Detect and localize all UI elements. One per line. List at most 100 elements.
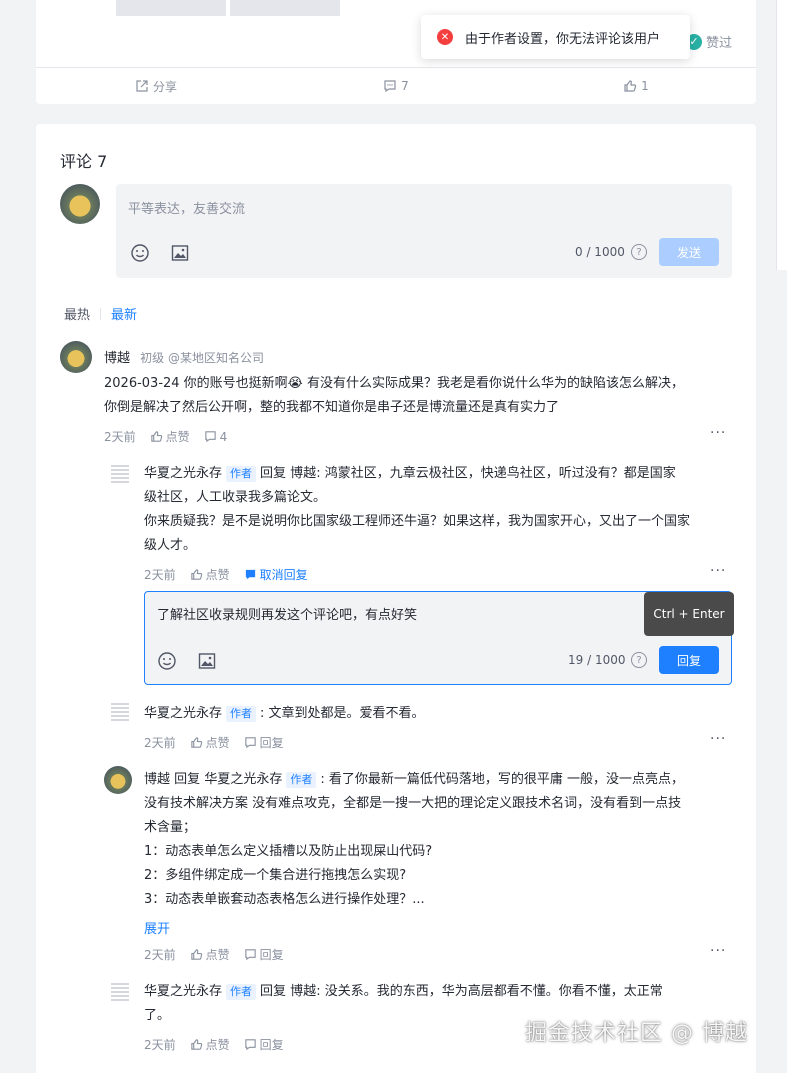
comment-filled-icon [245, 569, 255, 580]
like-button[interactable]: 点赞 [190, 946, 230, 963]
cancel-reply-button[interactable]: 取消回复 [244, 566, 308, 583]
emoji-icon[interactable] [130, 243, 150, 263]
avatar[interactable] [108, 700, 132, 724]
comment-text: 2026-03-24 你的账号也挺新啊😭 有没有什么实际成果？我老是看你说什么华… [104, 372, 744, 420]
cancel-reply-label: 取消回复 [259, 568, 308, 582]
char-counter: 0 / 1000 [575, 245, 625, 259]
like-button[interactable]: 1 [516, 68, 756, 104]
article-action-bar: 分享 7 1 [36, 67, 756, 104]
help-icon[interactable]: ? [631, 652, 647, 668]
text-line: 级人才。 [144, 538, 197, 553]
text-line: 2：多组件绑定成一个集合进行拖拽怎么实现? [144, 868, 407, 883]
text-line: 没有技术解决方案 没有难点攻克，全都是一搜一大把的理论定义跟技术名词，没有看到一… [144, 796, 682, 811]
expand-link[interactable]: 展开 [144, 918, 170, 937]
reply-target[interactable]: 博越 [290, 984, 316, 999]
thumbs-up-icon [190, 737, 202, 748]
comment-icon [244, 737, 256, 749]
comment-input-placeholder: 平等表达，友善交流 [128, 202, 246, 217]
tab-hot[interactable]: 最热 [64, 304, 90, 323]
text-line: : 看了你最新一篇低代码落地，写的很平庸 一般，没一点亮点， [320, 772, 684, 787]
error-icon: ✕ [437, 29, 453, 45]
comment-count: 7 [401, 79, 409, 93]
thumbs-up-icon [624, 80, 637, 92]
author-name[interactable]: 华夏之光永存 [144, 984, 222, 999]
author-badge: 作者 [226, 984, 257, 1000]
toast-message: 由于作者设置，你无法评论该用户 [465, 31, 661, 47]
help-icon[interactable]: ? [631, 244, 647, 260]
send-button[interactable]: 发送 [659, 238, 719, 266]
more-icon[interactable]: ··· [710, 425, 726, 441]
zan-button[interactable]: ✓ 赞过 [686, 32, 732, 51]
comment-author[interactable]: 博越 初级 @某地区知名公司 [104, 347, 264, 366]
comment-button[interactable]: 7 [276, 68, 516, 104]
avatar[interactable] [108, 980, 132, 1004]
tab-latest[interactable]: 最新 [111, 304, 137, 323]
like-label: 点赞 [165, 430, 190, 444]
author-level: 初级 @某地区知名公司 [140, 351, 264, 365]
share-icon [136, 80, 148, 92]
more-icon[interactable]: ··· [710, 563, 726, 579]
comment-time: 2天前 [104, 430, 136, 444]
reply-text: 华夏之光永存 作者 回复 博越: 鸿蒙社区，九章云极社区，快递鸟社区，听过没有？都是… [144, 462, 739, 558]
share-label: 分享 [152, 79, 177, 94]
reply-target[interactable]: 博越 [290, 466, 316, 481]
reply-button[interactable]: 回复 [244, 1036, 284, 1053]
comment-input-box[interactable]: 平等表达，友善交流 0 / 1000 ? 发送 [116, 184, 732, 278]
text-line: 术含量； [144, 820, 197, 835]
reply-count-button[interactable]: 4 [204, 430, 227, 444]
avatar[interactable] [108, 462, 132, 486]
author-badge: 作者 [286, 772, 317, 788]
reply-text: 博越 回复 华夏之光永存 作者: 看了你最新一篇低代码落地，写的很平庸 一般，没一… [144, 768, 739, 912]
like-button[interactable]: 点赞 [190, 566, 230, 583]
author-name[interactable]: 华夏之光永存 [144, 466, 222, 481]
thumbs-up-icon [190, 1039, 202, 1050]
reply-actions: 2天前 点赞 回复 [144, 1036, 284, 1053]
sort-tabs: 最热 最新 [64, 304, 137, 323]
more-icon[interactable]: ··· [710, 731, 726, 747]
reply-send-button[interactable]: 回复 [659, 646, 719, 674]
reply-label: 回复 [259, 736, 284, 750]
reply-button[interactable]: 回复 [244, 734, 284, 751]
reply-target[interactable]: 华夏之光永存 [204, 772, 282, 787]
avatar[interactable] [60, 341, 92, 373]
article-image-thumb[interactable] [230, 0, 340, 16]
reply-text: 华夏之光永存 作者: 文章到处都是。爱看不看。 [144, 702, 739, 726]
text-line: 2026-03-24 你的账号也挺新啊😭 有没有什么实际成果？我老是看你说什么华… [104, 376, 685, 391]
article-image-thumb[interactable] [116, 0, 226, 16]
image-icon[interactable] [170, 243, 190, 263]
like-button[interactable]: 点赞 [190, 734, 230, 751]
sidebar-edge [776, 0, 787, 270]
like-button[interactable]: 点赞 [190, 1036, 230, 1053]
like-button[interactable]: 点赞 [150, 428, 190, 445]
reply-input-text[interactable]: 了解社区收录规则再发这个评论吧，有点好笑 [157, 604, 417, 623]
emoji-icon[interactable] [157, 651, 177, 671]
avatar[interactable] [104, 766, 132, 794]
author-name[interactable]: 华夏之光永存 [144, 706, 222, 721]
reply-label: 回复 [259, 948, 284, 962]
avatar[interactable] [60, 184, 100, 224]
share-button[interactable]: 分享 [36, 68, 276, 104]
author-badge: 作者 [226, 706, 257, 722]
zan-label: 赞过 [706, 36, 733, 51]
comment-icon [244, 949, 256, 961]
reply-button[interactable]: 回复 [244, 946, 284, 963]
text-line: : 文章到处都是。爱看不看。 [260, 706, 425, 721]
comment-icon [244, 1039, 256, 1051]
like-label: 点赞 [205, 736, 230, 750]
comments-card: 评论 7 平等表达，友善交流 0 / 1000 ? 发送 最热 最新 博越 初级… [36, 124, 756, 1073]
more-icon[interactable]: ··· [710, 943, 726, 959]
text-line: 级社区，人工收录我多篇论文。 [144, 490, 327, 505]
reply-label: 回复 [259, 1038, 284, 1052]
reply-word: 回复 [174, 772, 201, 787]
like-label: 点赞 [205, 568, 230, 582]
shortcut-tooltip: Ctrl + Enter [644, 592, 734, 636]
author-name[interactable]: 博越 [104, 351, 130, 366]
like-label: 点赞 [205, 1038, 230, 1052]
thumbs-up-icon [190, 949, 202, 960]
author-name[interactable]: 博越 [144, 772, 170, 787]
author-badge: 作者 [226, 466, 257, 482]
text-line: 1：动态表单怎么定义插槽以及防止出现屎山代码? [144, 844, 433, 859]
text-line: 你来质疑我？是不是说明你比国家级工程师还牛逼？如果这样，我为国家开心，又出了一个… [144, 514, 691, 529]
tab-divider [100, 307, 102, 320]
image-icon[interactable] [197, 651, 217, 671]
